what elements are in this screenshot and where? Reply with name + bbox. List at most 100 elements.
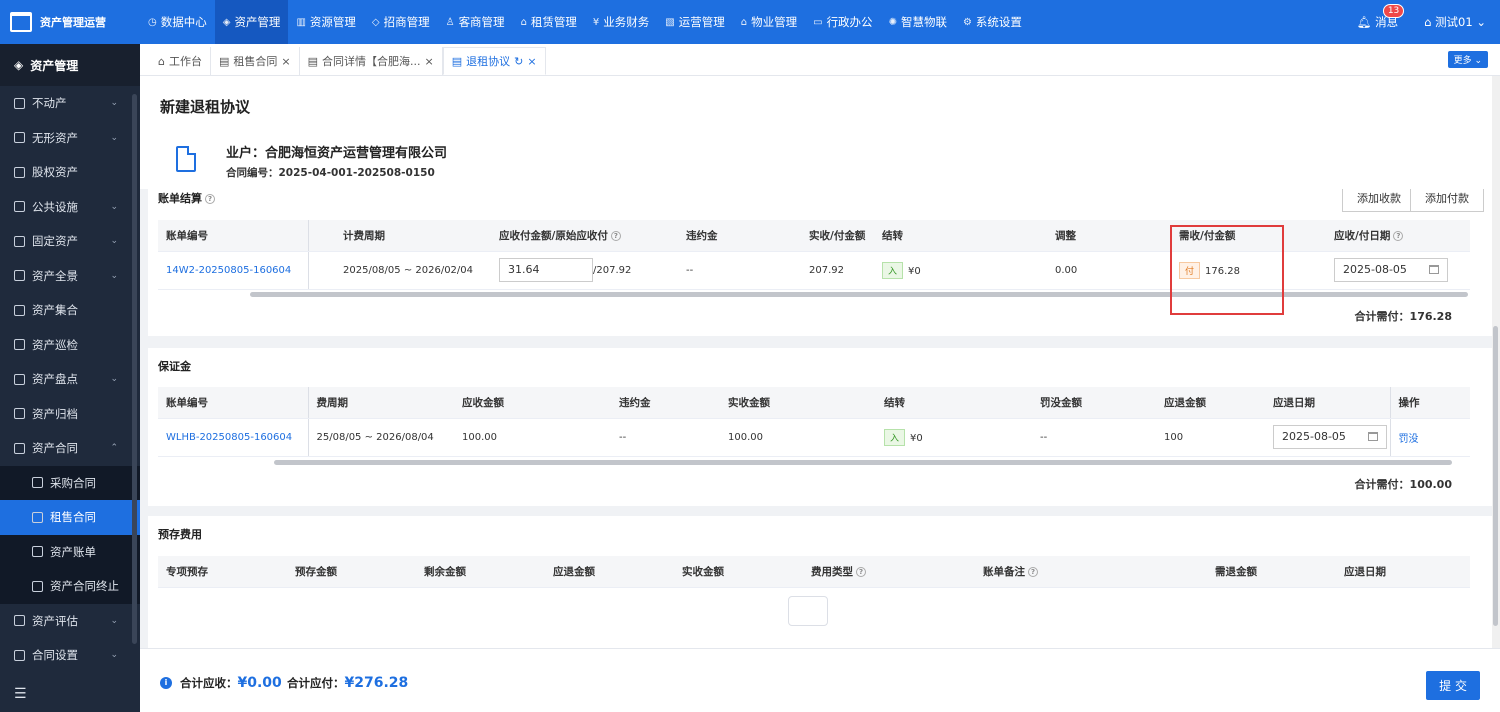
messages-button[interactable]: 🔔︎ 消息 13 (1357, 4, 1405, 30)
nav-item[interactable]: ♙ 客商管理 (438, 0, 513, 44)
sidebar-scrollbar[interactable] (132, 94, 137, 644)
col-penalty: 违约金 (678, 220, 801, 252)
col-refund: 应退金额 (1156, 387, 1265, 419)
col-receivable: 应收金额 (454, 387, 611, 419)
submit-button[interactable]: 提 交 (1426, 671, 1480, 700)
menu-icon (14, 304, 25, 316)
tab-workbench[interactable]: ⌂ 工作台 (150, 47, 211, 75)
sidebar-item[interactable]: 公共设施 ⌄ (0, 190, 140, 225)
page-title: 新建退租协议 (160, 98, 251, 116)
nav-item[interactable]: ⚙ 系统设置 (955, 0, 1030, 44)
main-content: 新建退租协议 业户：合肥海恒资产运营管理有限公司 合同编号：2025-04-00… (140, 76, 1492, 648)
cube-icon: ◈ (222, 16, 231, 28)
sidebar-item[interactable]: 资产合同终止 (0, 569, 140, 604)
tab-label: 工作台 (168, 55, 202, 68)
nav-item[interactable]: ▧ 运营管理 (657, 0, 732, 44)
nav-item-label: 业务财务 (603, 15, 650, 29)
gear-icon: ⚙ (962, 16, 972, 28)
refund-cell: 100 (1156, 418, 1265, 457)
sidebar-item[interactable]: 无形资产 ⌄ (0, 121, 140, 156)
sidebar-item-label: 无形资产 (32, 130, 78, 145)
date-value: 2025-08-05 (1282, 430, 1346, 443)
table-hscrollbar[interactable] (250, 292, 1468, 297)
close-icon[interactable]: × (281, 55, 290, 68)
empty-box-icon (788, 596, 828, 626)
tab-label: 租售合同 (233, 55, 278, 68)
table-header: 账单编号 费周期 应收金额 违约金 实收金额 结转 罚没金额 应退金额 应退日期… (158, 387, 1470, 419)
app-logo[interactable]: 资产管理运营 (0, 12, 140, 32)
nav-item[interactable]: ▭ 行政办公 (805, 0, 880, 44)
more-tabs-button[interactable]: 更多 ⌄ (1447, 51, 1488, 68)
sidebar-item[interactable]: 资产集合 (0, 293, 140, 328)
sidebar-item[interactable]: 不动产 ⌄ (0, 86, 140, 121)
help-icon[interactable]: ? (1028, 566, 1038, 577)
help-icon[interactable]: ? (1393, 230, 1404, 241)
page-scrollbar[interactable] (1492, 76, 1500, 648)
help-icon[interactable]: ? (610, 230, 621, 241)
user-menu[interactable]: ⌂ 测试01 ⌄ (1424, 14, 1486, 30)
sidebar-item[interactable]: 固定资产 ⌄ (0, 224, 140, 259)
sidebar-item[interactable]: 资产账单 (0, 534, 140, 569)
sidebar-item[interactable]: 合同设置 ⌄ (0, 638, 140, 673)
home-icon: ⌂ (158, 54, 165, 68)
sidebar-item[interactable]: 资产评估 ⌄ (0, 604, 140, 639)
close-icon[interactable]: × (527, 55, 536, 68)
nav-item[interactable]: ◷ 数据中心 (140, 0, 215, 44)
sidebar-item[interactable]: 资产合同 ⌃ (0, 431, 140, 466)
chevron-icon: ⌄ (110, 374, 118, 385)
nav-item[interactable]: ⌂ 物业管理 (733, 0, 805, 44)
sidebar-item[interactable]: 采购合同 (0, 465, 140, 500)
prestore-table: 专项预存 预存金额 剩余金额 应退金额 实收金额 费用类型? 账单备注? 需退金… (158, 556, 1470, 588)
sidebar-item[interactable]: 股权资产 (0, 155, 140, 190)
amount-input[interactable]: 31.64 (499, 258, 593, 282)
collapse-menu-icon[interactable]: ☰ (14, 686, 27, 702)
nav-item[interactable]: ¥ 业务财务 (585, 0, 657, 44)
period-cell: 25/08/05 ~ 2026/08/04 (307, 418, 454, 457)
menu-icon (14, 235, 25, 247)
bill-total: 合计需付：176.28 (1354, 310, 1452, 323)
close-icon[interactable]: × (425, 55, 434, 68)
help-icon[interactable]: ? (856, 566, 866, 577)
date-picker[interactable]: 2025-08-05 (1334, 258, 1448, 282)
tab-lease-contract[interactable]: ▤ 租售合同 × (211, 47, 300, 75)
nav-item[interactable]: ◈ 资产管理 (214, 0, 289, 44)
desk-icon: ▭ (813, 16, 823, 28)
sidebar-item[interactable]: 资产全景 ⌄ (0, 259, 140, 294)
sidebar-item[interactable]: 资产归档 (0, 397, 140, 432)
sidebar-item-label: 股权资产 (32, 165, 78, 180)
sidebar-item-label: 资产合同 (32, 441, 78, 456)
col-refund-date: 应退日期 (1336, 556, 1470, 588)
nav-item[interactable]: ⌂ 租赁管理 (513, 0, 585, 44)
tab-termination[interactable]: ▤ 退租协议 ↻ × (442, 47, 546, 75)
chevron-icon: ⌄ (110, 132, 118, 143)
nav-item-label: 资源管理 (309, 15, 356, 29)
nav-item-label: 运营管理 (678, 15, 725, 29)
sidebar-item[interactable]: 租售合同 (0, 500, 140, 535)
refresh-icon[interactable]: ↻ (514, 55, 523, 68)
sidebar-title: 资产管理 (30, 58, 79, 73)
adjust-cell: 0.00 (1047, 251, 1171, 290)
yen-icon: ¥ (592, 16, 600, 28)
footer-bar: i 合计应收：¥0.00 合计应付：¥276.28 提 交 (140, 648, 1500, 712)
nav-item[interactable]: ▥ 资源管理 (288, 0, 363, 44)
help-icon[interactable]: ? (205, 194, 215, 204)
tab-label: 合同详情【合肥海... (322, 55, 421, 68)
table-hscrollbar[interactable] (274, 460, 1452, 465)
date-picker[interactable]: 2025-08-05 (1273, 425, 1387, 449)
chart-icon: ▧ (665, 16, 675, 28)
tab-contract-detail[interactable]: ▤ 合同详情【合肥海... × (300, 47, 443, 75)
col-need-refund: 需退金额 (1207, 556, 1336, 588)
sidebar-item-label: 资产盘点 (32, 372, 78, 387)
user-icon: ⌂ (1424, 15, 1432, 29)
app-title: 资产管理运营 (40, 16, 106, 29)
bill-no-link[interactable]: 14W2-20250805-160604 (158, 251, 308, 290)
sidebar-item[interactable]: 资产盘点 ⌄ (0, 362, 140, 397)
forfeit-action-link[interactable]: 罚没 (1389, 418, 1470, 457)
main-nav: ◷ 数据中心 ◈ 资产管理 ▥ 资源管理 ◇ 招商管理 ♙ 客商管理 ⌂ 租赁管理 ¥ 业务财务 ▧ 运营管理… (140, 0, 1030, 44)
sidebar-item-label: 资产账单 (50, 544, 96, 559)
nav-item[interactable]: ✺ 智慧物联 (881, 0, 955, 44)
sidebar-item[interactable]: 资产巡检 (0, 328, 140, 363)
nav-item[interactable]: ◇ 招商管理 (364, 0, 438, 44)
carry-value: ¥0 (908, 265, 921, 277)
bill-no-link[interactable]: WLHB-20250805-160604 (158, 418, 308, 457)
